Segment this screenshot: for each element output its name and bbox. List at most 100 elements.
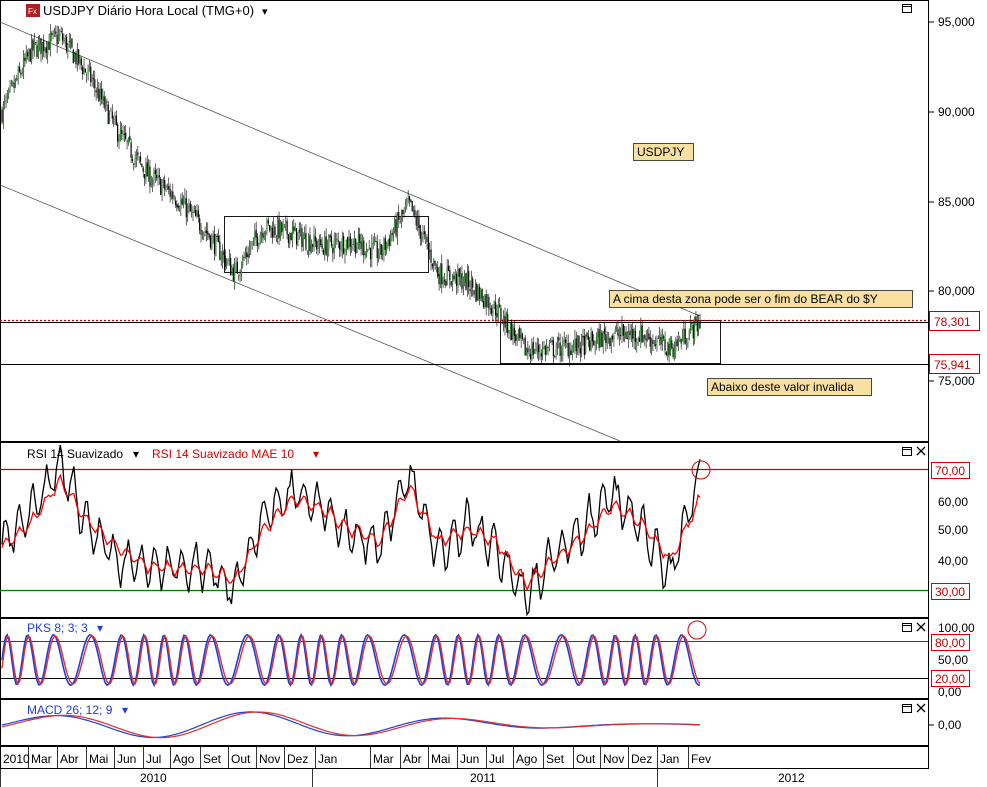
dropdown-arrow-icon[interactable]: ▾: [97, 621, 103, 635]
candle: [489, 302, 491, 315]
annotation-top[interactable]: A cima desta zona pode ser o fim do BEAR…: [609, 290, 913, 308]
candle: [254, 223, 256, 247]
candle: [694, 316, 696, 345]
candle: [242, 254, 244, 269]
dropdown-arrow-icon[interactable]: ▾: [133, 447, 139, 461]
svg-text:RSI 14 Suavizado MAE 10: RSI 14 Suavizado MAE 10: [152, 447, 294, 461]
candle: [622, 324, 624, 342]
candle: [36, 40, 38, 60]
candle: [508, 330, 510, 340]
candle: [104, 96, 107, 113]
candle: [2, 101, 4, 130]
candle: [178, 205, 181, 212]
dropdown-arrow-icon[interactable]: ▾: [262, 6, 268, 18]
candle: [478, 283, 481, 306]
candle: [12, 80, 14, 87]
candle: [246, 245, 248, 266]
candle: [403, 207, 405, 218]
rsi-window-buttons[interactable]: [902, 446, 926, 456]
candle: [341, 231, 343, 259]
candle: [126, 139, 128, 150]
candle: [470, 270, 472, 297]
candle: [558, 332, 560, 349]
level-label-high: 78,301: [929, 311, 980, 331]
candle: [225, 258, 228, 270]
year-label: 2012: [778, 771, 805, 785]
candle: [466, 264, 468, 297]
candle: [165, 184, 167, 193]
close-icon[interactable]: [916, 703, 926, 713]
candle: [517, 328, 520, 341]
candle: [49, 24, 52, 57]
breakout-level[interactable]: [0, 319, 928, 323]
maximize-icon[interactable]: [902, 447, 912, 456]
month-label: Mar: [373, 752, 394, 766]
candle: [369, 247, 372, 268]
candle: [564, 337, 567, 349]
macd-legend[interactable]: MACD 26; 12; 9 ▾: [27, 703, 128, 717]
candle: [102, 88, 104, 105]
candle: [329, 233, 331, 242]
candle: [434, 260, 436, 270]
candle: [544, 344, 546, 362]
candle: [297, 232, 299, 247]
candle: [9, 79, 11, 93]
year-label: 2010: [140, 771, 167, 785]
candle: [379, 239, 381, 260]
candle: [308, 233, 310, 258]
candle: [377, 248, 380, 263]
candle: [130, 138, 132, 163]
candle: [661, 328, 663, 351]
pks-highlight-circle[interactable]: [687, 620, 707, 640]
svg-text:70,00: 70,00: [935, 464, 965, 478]
candle: [474, 279, 477, 302]
candle: [364, 251, 366, 260]
pks-window-buttons[interactable]: [902, 622, 926, 632]
dropdown-arrow-icon[interactable]: ▾: [313, 447, 319, 461]
maximize-icon[interactable]: [902, 623, 912, 632]
candle: [29, 48, 31, 63]
candle: [10, 79, 13, 87]
maximize-icon[interactable]: [902, 704, 912, 713]
candle: [318, 234, 320, 254]
candle: [609, 337, 611, 349]
candle: [668, 338, 670, 363]
close-icon[interactable]: [916, 622, 926, 632]
chart-title[interactable]: Fx USDJPY Diário Hora Local (TMG+0) ▾: [26, 3, 268, 18]
candle: [324, 230, 326, 261]
candle: [259, 231, 261, 245]
candle: [14, 78, 17, 89]
candle: [625, 325, 627, 340]
candle: [611, 333, 614, 343]
candle: [13, 74, 15, 93]
pks-legend[interactable]: PKS 8; 3; 3 ▾: [27, 621, 103, 635]
channel-upper-line[interactable]: [0, 21, 701, 317]
close-icon[interactable]: [916, 446, 926, 456]
candle: [447, 259, 450, 272]
candle: [574, 329, 576, 355]
rsi-legend[interactable]: RSI 14 Suavizado ▾ RSI 14 Suavizado MAE …: [27, 447, 319, 461]
svg-text:78,301: 78,301: [934, 315, 971, 329]
candle: [256, 233, 259, 253]
macd-window-buttons[interactable]: [902, 703, 926, 713]
candle: [357, 227, 359, 250]
annotation-bottom[interactable]: Abaixo deste valor invalida: [707, 378, 872, 396]
dropdown-arrow-icon[interactable]: ▾: [122, 703, 128, 717]
month-label: Mai: [89, 752, 108, 766]
maximize-icon[interactable]: [902, 4, 912, 13]
candle: [266, 217, 268, 236]
candle: [193, 205, 195, 214]
candle: [232, 263, 234, 282]
candle: [550, 337, 552, 344]
candle: [103, 91, 105, 110]
candle: [451, 273, 454, 292]
candle: [536, 337, 538, 359]
candle: [211, 233, 213, 251]
channel-lower-line[interactable]: [0, 184, 621, 442]
candle: [497, 298, 499, 323]
candle: [543, 341, 545, 350]
candle: [295, 227, 298, 250]
candle: [243, 251, 245, 261]
candle: [138, 155, 140, 164]
candle: [18, 62, 21, 74]
